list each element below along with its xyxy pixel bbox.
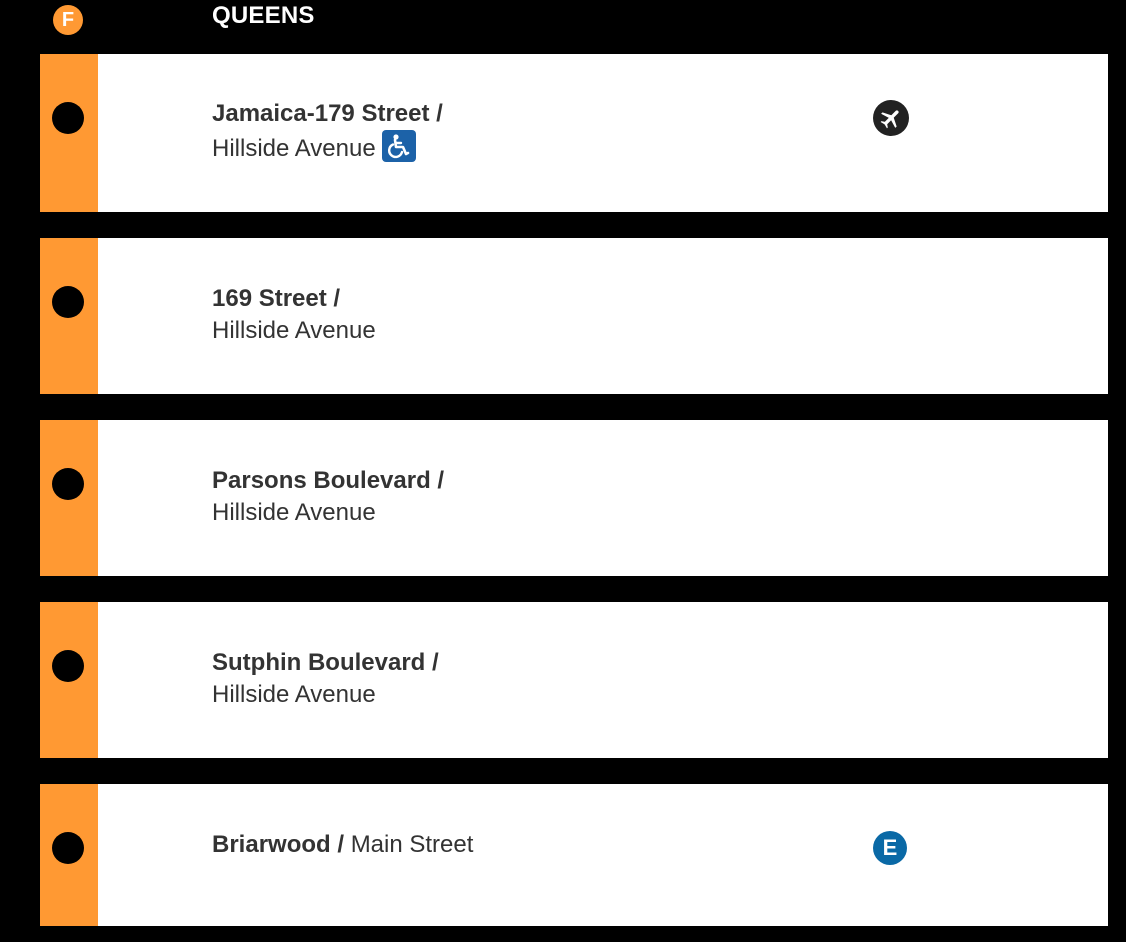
stop-secondary-name: Main Street	[350, 831, 474, 858]
f-train-icon: F	[53, 5, 83, 35]
stop-sutphin-boulevard[interactable]: Sutphin Boulevard / Hillside Avenue	[40, 602, 1108, 758]
e-train-icon[interactable]: E	[873, 831, 907, 865]
stop-secondary-name: Hillside Avenue	[212, 681, 376, 708]
stop-secondary-name: Hillside Avenue	[212, 499, 376, 526]
stop-secondary-name: Hillside Avenue	[212, 317, 376, 344]
stop-169-street[interactable]: 169 Street / Hillside Avenue	[40, 238, 1108, 394]
stop-primary-name: Briarwood /	[212, 831, 345, 858]
stop-name: Jamaica-179 Street / Hillside Avenue	[212, 98, 443, 165]
stop-primary-name: Parsons Boulevard /	[212, 467, 445, 494]
stop-marker-icon	[52, 832, 84, 864]
stop-parsons-boulevard[interactable]: Parsons Boulevard / Hillside Avenue	[40, 420, 1108, 576]
stop-primary-name: Jamaica-179 Street /	[212, 100, 443, 127]
wheelchair-icon	[381, 130, 416, 162]
stop-jamaica-179-street[interactable]: Jamaica-179 Street / Hillside Avenue	[40, 54, 1108, 212]
stop-name: Parsons Boulevard / Hillside Avenue	[212, 465, 444, 529]
stop-name: Sutphin Boulevard / Hillside Avenue	[212, 647, 439, 711]
stop-marker-icon	[52, 102, 84, 134]
stop-primary-name: Sutphin Boulevard /	[212, 649, 439, 676]
route-header: F QUEENS	[0, 0, 1126, 44]
stop-secondary-name: Hillside Avenue	[212, 135, 376, 162]
borough-title: QUEENS	[212, 2, 315, 29]
stop-name: Briarwood / Main Street	[212, 829, 473, 861]
stop-marker-icon	[52, 650, 84, 682]
stop-marker-icon	[52, 286, 84, 318]
airport-icon	[873, 100, 909, 136]
stop-name: 169 Street / Hillside Avenue	[212, 283, 376, 347]
stop-briarwood[interactable]: Briarwood / Main Street E	[40, 784, 1108, 926]
stop-primary-name: 169 Street /	[212, 285, 341, 312]
stop-marker-icon	[52, 468, 84, 500]
